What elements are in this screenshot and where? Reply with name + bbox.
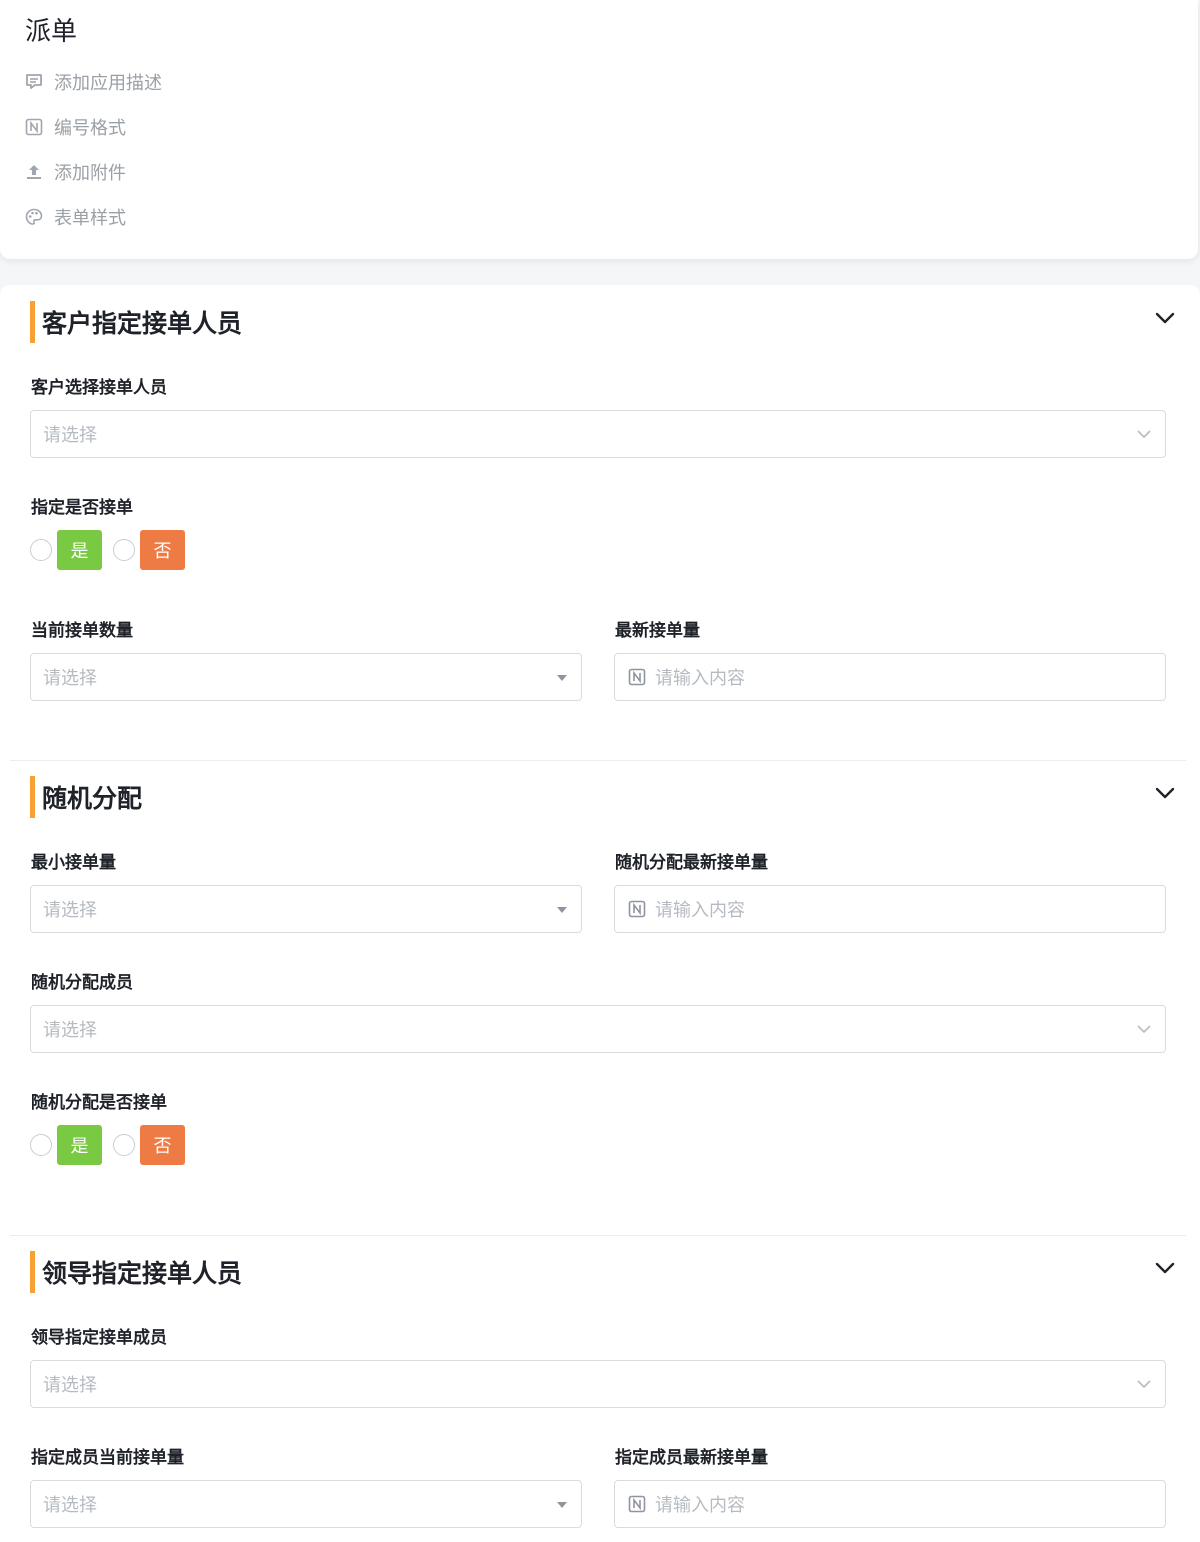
customer-select-label: 客户选择接单人员 [31,378,167,398]
random-accept-radio-group: 是 否 [30,1125,196,1165]
assign-accept-radio-group: 是 否 [30,530,196,570]
chevron-down-icon [1137,1380,1151,1389]
section-divider [10,1235,1186,1236]
random-members-dropdown[interactable]: 请选择 [30,1005,1166,1053]
add-attachment-action[interactable]: 添加附件 [24,158,162,186]
customer-select-placeholder: 请选择 [43,425,97,446]
caret-down-icon [557,675,567,681]
member-current-select[interactable]: 请选择 [30,1480,582,1528]
chevron-down-icon [1137,430,1151,439]
radio-no[interactable] [113,1134,135,1156]
section-customer-header: 客户指定接单人员 [30,301,242,343]
random-latest-label: 随机分配最新接单量 [615,853,768,873]
app-header-card: 派单 添加应用描述 编号格式 添加附件 表单样式 [0,0,1198,259]
form-style-action[interactable]: 表单样式 [24,203,162,231]
assign-accept-label: 指定是否接单 [31,498,133,518]
chevron-down-icon[interactable] [1154,782,1176,804]
current-count-label: 当前接单数量 [31,621,133,641]
chevron-down-icon[interactable] [1154,1257,1176,1279]
member-latest-label: 指定成员最新接单量 [615,1448,768,1468]
random-latest-placeholder: 请输入内容 [655,900,745,921]
number-format-label: 编号格式 [54,118,126,139]
latest-count-label: 最新接单量 [615,621,700,641]
add-description-action[interactable]: 添加应用描述 [24,68,162,96]
radio-no-tag[interactable]: 否 [140,530,185,570]
description-icon [24,72,44,92]
section-random-header: 随机分配 [30,776,142,818]
chevron-down-icon[interactable] [1154,307,1176,329]
min-count-select[interactable]: 请选择 [30,885,582,933]
section-leader-header: 领导指定接单人员 [30,1251,242,1293]
leader-members-placeholder: 请选择 [43,1375,97,1396]
add-attachment-label: 添加附件 [54,163,126,184]
min-count-label: 最小接单量 [31,853,116,873]
random-members-placeholder: 请选择 [43,1020,97,1041]
random-members-label: 随机分配成员 [31,973,133,993]
radio-yes[interactable] [30,1134,52,1156]
leader-members-label: 领导指定接单成员 [31,1328,167,1348]
radio-no[interactable] [113,539,135,561]
current-count-placeholder: 请选择 [43,668,97,689]
member-latest-placeholder: 请输入内容 [655,1495,745,1516]
form-card: 客户指定接单人员 客户选择接单人员 请选择 指定是否接单 是 否 当前接单数量 … [0,285,1200,1542]
form-style-label: 表单样式 [54,208,126,229]
number-format-icon [24,117,44,137]
number-field-icon [627,1494,647,1514]
current-count-select[interactable]: 请选择 [30,653,582,701]
number-field-icon [627,899,647,919]
radio-yes[interactable] [30,539,52,561]
section-title: 客户指定接单人员 [42,309,243,338]
add-description-label: 添加应用描述 [54,73,162,94]
section-title: 随机分配 [42,784,143,813]
section-accent-bar [30,1251,35,1293]
section-divider [10,760,1186,761]
radio-yes-tag[interactable]: 是 [57,530,102,570]
member-current-label: 指定成员当前接单量 [31,1448,184,1468]
member-current-placeholder: 请选择 [43,1495,97,1516]
header-actions: 添加应用描述 编号格式 添加附件 表单样式 [24,68,162,248]
app-title: 派单 [25,17,78,47]
section-accent-bar [30,301,35,343]
radio-no-tag[interactable]: 否 [140,1125,185,1165]
chevron-down-icon [1137,1025,1151,1034]
number-format-action[interactable]: 编号格式 [24,113,162,141]
min-count-placeholder: 请选择 [43,900,97,921]
customer-select-dropdown[interactable]: 请选择 [30,410,1166,458]
upload-icon [24,162,44,182]
section-accent-bar [30,776,35,818]
leader-members-dropdown[interactable]: 请选择 [30,1360,1166,1408]
latest-count-input[interactable]: 请输入内容 [614,653,1166,701]
caret-down-icon [557,1502,567,1508]
random-latest-input[interactable]: 请输入内容 [614,885,1166,933]
palette-icon [24,207,44,227]
radio-yes-tag[interactable]: 是 [57,1125,102,1165]
member-latest-input[interactable]: 请输入内容 [614,1480,1166,1528]
section-title: 领导指定接单人员 [42,1259,243,1288]
caret-down-icon [557,907,567,913]
number-field-icon [627,667,647,687]
random-accept-label: 随机分配是否接单 [31,1093,167,1113]
latest-count-placeholder: 请输入内容 [655,668,745,689]
